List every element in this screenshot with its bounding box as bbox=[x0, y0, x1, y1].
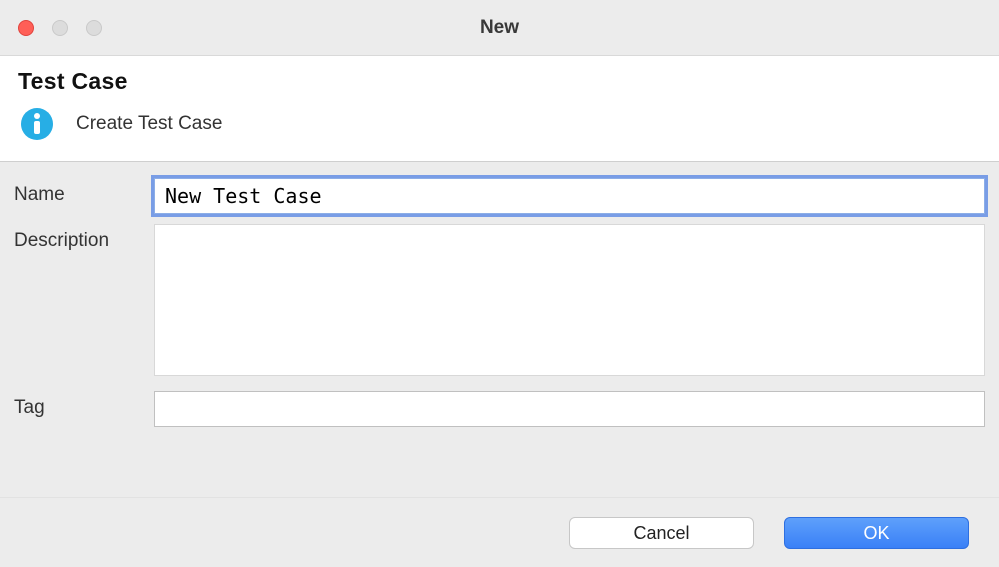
name-input[interactable] bbox=[154, 178, 985, 214]
dialog-header: Test Case Create Test Case bbox=[0, 55, 999, 162]
maximize-window-icon[interactable] bbox=[86, 20, 102, 36]
close-window-icon[interactable] bbox=[18, 20, 34, 36]
window-title: New bbox=[0, 17, 999, 39]
dialog-title: Test Case bbox=[18, 68, 981, 95]
ok-button[interactable]: OK bbox=[784, 517, 969, 549]
minimize-window-icon[interactable] bbox=[52, 20, 68, 36]
tag-input[interactable] bbox=[154, 391, 985, 427]
dialog-footer: Cancel OK bbox=[0, 497, 999, 567]
description-label: Description bbox=[14, 224, 150, 252]
row-description: Description bbox=[14, 224, 985, 381]
tag-label: Tag bbox=[14, 391, 150, 419]
name-label: Name bbox=[14, 178, 150, 206]
title-bar: New bbox=[0, 0, 999, 55]
dialog-subheader: Create Test Case bbox=[18, 105, 981, 143]
traffic-lights bbox=[18, 20, 102, 36]
row-tag: Tag bbox=[14, 391, 985, 427]
info-icon bbox=[18, 105, 56, 143]
dialog-subtitle: Create Test Case bbox=[76, 113, 222, 135]
row-name: Name bbox=[14, 178, 985, 214]
form: Name Description Tag bbox=[0, 162, 999, 447]
description-input[interactable] bbox=[154, 224, 985, 376]
cancel-button[interactable]: Cancel bbox=[569, 517, 754, 549]
